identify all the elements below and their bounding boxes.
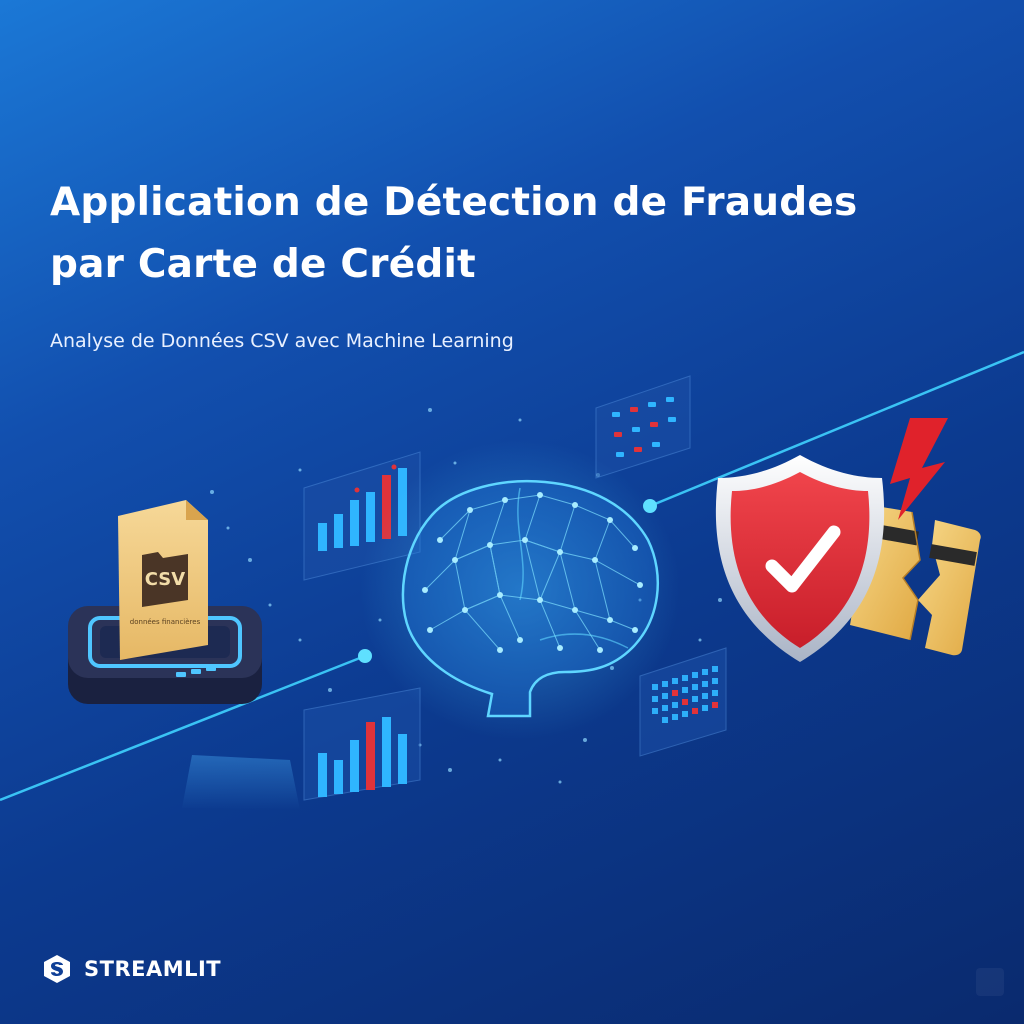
brand-name: STREAMLIT [84,957,222,981]
bar-chart-panel-bottom [303,687,421,801]
csv-caption-text: données financières [130,618,201,626]
hero-banner: Application de Détection de Fraudes par … [0,0,1024,1024]
illustration-scene: CSV données financières [0,350,1024,810]
csv-file-icon: CSV données financières [118,500,208,660]
lightning-alert-icon [890,418,948,520]
csv-badge-text: CSV [145,569,186,590]
brand-logo: STREAMLIT [40,952,221,986]
dot-matrix-panel-top [595,375,691,479]
streamlit-logo-icon [44,955,70,983]
connector-dot [358,649,372,663]
neural-network-brain-icon [360,440,680,740]
corner-widget [976,968,1004,996]
security-shield-check-icon [715,455,885,662]
